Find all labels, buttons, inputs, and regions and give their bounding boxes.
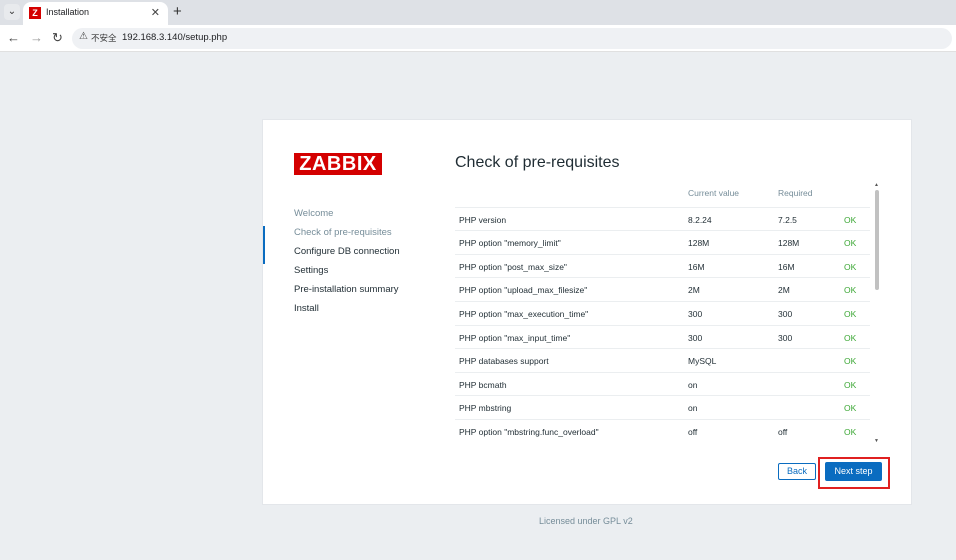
row-name: PHP databases support — [459, 356, 549, 367]
tab-title: Installation — [46, 7, 90, 17]
browser-toolbar: ← → ↻ ⚠ 不安全 192.168.3.140/setup.php — [0, 25, 956, 52]
row-status: OK — [844, 238, 857, 249]
close-icon[interactable]: ✕ — [151, 6, 160, 19]
license-footer: Licensed under GPL v2 — [539, 516, 633, 526]
table-row: PHP option "memory_limit" 128M 128M OK — [455, 230, 870, 254]
table-row: PHP option "mbstring.func_overload" off of… — [455, 418, 870, 443]
row-name: PHP option "mbstring.func_overload" — [459, 426, 599, 437]
row-required-value: 300 — [778, 308, 793, 319]
table-row: PHP mbstring on OK — [455, 395, 870, 419]
row-required-value: 7.2.5 — [778, 214, 797, 225]
back-arrow-icon[interactable]: ← — [7, 30, 20, 45]
step-install: Install — [294, 303, 319, 314]
scroll-thumb[interactable] — [875, 190, 879, 290]
row-name: PHP mbstring — [459, 403, 512, 414]
scroll-up-icon[interactable]: ▲ — [874, 182, 879, 188]
row-current-value: 2M — [688, 285, 700, 296]
row-name: PHP option "memory_limit" — [459, 238, 561, 249]
row-required-value: 16M — [778, 261, 795, 272]
row-name: PHP option "max_input_time" — [459, 332, 571, 343]
row-name: PHP option "upload_max_filesize" — [459, 285, 588, 296]
step-pre-installation-summary: Pre-installation summary — [294, 284, 399, 295]
row-current-value: MySQL — [688, 356, 717, 367]
row-name: PHP option "max_execution_time" — [459, 308, 589, 319]
row-name: PHP bcmath — [459, 379, 507, 390]
setup-panel: ZABBIX Welcome Check of pre-requisites C… — [262, 119, 912, 505]
row-current-value: 300 — [688, 308, 703, 319]
row-current-value: on — [688, 379, 698, 390]
row-required-value: 2M — [778, 285, 790, 296]
url-text[interactable]: 192.168.3.140/setup.php — [122, 32, 227, 43]
insecure-label[interactable]: 不安全 — [91, 32, 117, 44]
back-button[interactable]: Back — [778, 463, 816, 480]
row-current-value: 300 — [688, 332, 703, 343]
row-status: OK — [844, 285, 857, 296]
row-current-value: 16M — [688, 261, 705, 272]
browser-tab[interactable]: Z Installation ✕ — [23, 2, 168, 25]
warning-icon[interactable]: ⚠ — [79, 31, 88, 42]
current-step-marker — [263, 226, 265, 264]
row-required-value: off — [778, 426, 788, 437]
row-name: PHP option "post_max_size" — [459, 261, 567, 272]
prerequisites-table: Current value Required PHP version 8.2.24… — [455, 182, 872, 444]
browser-tabstrip: ⌄ Z Installation ✕ + — [0, 0, 956, 25]
row-status: OK — [844, 356, 857, 367]
table-row: PHP option "max_input_time" 300 300 OK — [455, 324, 870, 349]
row-status: OK — [844, 332, 857, 343]
row-name: PHP version — [459, 214, 507, 225]
table-row: PHP option "upload_max_filesize" 2M 2M OK — [455, 277, 870, 301]
row-current-value: off — [688, 426, 698, 437]
row-required-value: 300 — [778, 332, 793, 343]
row-current-value: 8.2.24 — [688, 214, 712, 225]
step-settings: Settings — [294, 265, 329, 276]
row-current-value: on — [688, 403, 698, 414]
row-required-value: 128M — [778, 238, 800, 249]
table-row: PHP version 8.2.24 7.2.5 OK — [455, 206, 870, 231]
zabbix-favicon-icon: Z — [29, 7, 41, 19]
step-check-prerequisites: Check of pre-requisites — [294, 227, 392, 238]
row-status: OK — [844, 426, 857, 437]
table-row: PHP option "post_max_size" 16M 16M OK — [455, 253, 870, 278]
row-current-value: 128M — [688, 238, 710, 249]
reload-icon[interactable]: ↻ — [52, 30, 63, 46]
scroll-down-icon[interactable]: ▼ — [874, 438, 879, 444]
address-bar[interactable]: ⚠ 不安全 192.168.3.140/setup.php — [72, 28, 952, 49]
table-row: PHP bcmath on OK — [455, 371, 870, 396]
row-status: OK — [844, 379, 857, 390]
column-header-current: Current value — [688, 188, 740, 198]
row-status: OK — [844, 214, 857, 225]
step-welcome: Welcome — [294, 208, 334, 219]
next-step-button[interactable]: Next step — [825, 462, 882, 481]
column-header-required: Required — [778, 188, 813, 198]
tab-search-icon[interactable]: ⌄ — [4, 4, 20, 20]
row-status: OK — [844, 403, 857, 414]
step-configure-db: Configure DB connection — [294, 246, 400, 257]
table-scrollbar[interactable]: ▲ ▼ — [874, 182, 881, 444]
zabbix-logo: ZABBIX — [294, 153, 382, 175]
row-status: OK — [844, 261, 857, 272]
table-row: PHP option "max_execution_time" 300 300 OK — [455, 300, 870, 325]
page-title: Check of pre-requisites — [455, 154, 620, 171]
row-status: OK — [844, 308, 857, 319]
new-tab-button[interactable]: + — [173, 3, 182, 20]
table-row: PHP databases support MySQL OK — [455, 348, 870, 372]
forward-arrow-icon[interactable]: → — [30, 30, 43, 45]
